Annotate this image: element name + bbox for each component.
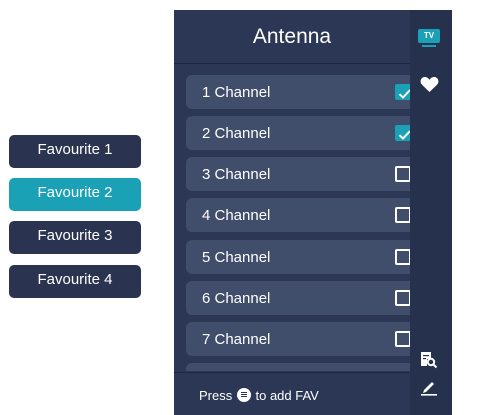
add-fav-hint: Press to add FAV [199,385,319,407]
title-divider [174,63,410,64]
channel-checkbox[interactable] [395,290,411,306]
favourite-1-button[interactable]: Favourite 1 [9,135,141,168]
channel-label: 2 Channel [202,125,271,142]
edit-icon[interactable] [420,378,438,401]
channel-checkbox[interactable] [395,207,411,223]
favourite-3-button[interactable]: Favourite 3 [9,221,141,254]
channel-checkbox[interactable] [395,84,411,100]
channel-label: 5 Channel [202,249,271,266]
channel-row[interactable]: 4 Channel [186,198,429,232]
footer-divider [174,372,410,373]
menu-button-icon [236,388,251,402]
channel-label: 4 Channel [202,207,271,224]
channel-label: 3 Channel [202,166,271,183]
channel-label: 7 Channel [202,331,271,348]
channel-checkbox[interactable] [395,166,411,182]
hint-prefix: Press [199,388,233,403]
channel-checkbox[interactable] [395,125,411,141]
tv-stand [422,45,436,47]
channel-label: 1 Channel [202,84,271,101]
tv-label: TV [418,29,440,43]
tv-icon[interactable]: TV [418,29,440,47]
heart-icon[interactable] [420,76,439,98]
channel-row[interactable]: 2 Channel [186,116,429,150]
channel-label: 6 Channel [202,290,271,307]
hint-suffix: to add FAV [255,388,319,403]
channel-row[interactable]: 6 Channel [186,281,429,315]
favourite-2-button[interactable]: Favourite 2 [9,178,141,211]
search-document-icon[interactable] [420,351,438,374]
channel-row[interactable]: 5 Channel [186,240,429,274]
panel-title: Antenna [252,25,332,48]
channel-row[interactable]: 3 Channel [186,157,429,191]
channel-checkbox[interactable] [395,249,411,265]
favourite-4-button[interactable]: Favourite 4 [9,265,141,298]
channel-panel: Antenna 1 Channel 2 Channel 3 Channel 4 … [174,10,452,415]
channel-checkbox[interactable] [395,331,411,347]
side-icon-strip: TV [410,10,452,415]
channel-row[interactable]: 7 Channel [186,322,429,356]
channel-row[interactable]: 1 Channel [186,75,429,109]
channel-row-partial [186,363,429,371]
